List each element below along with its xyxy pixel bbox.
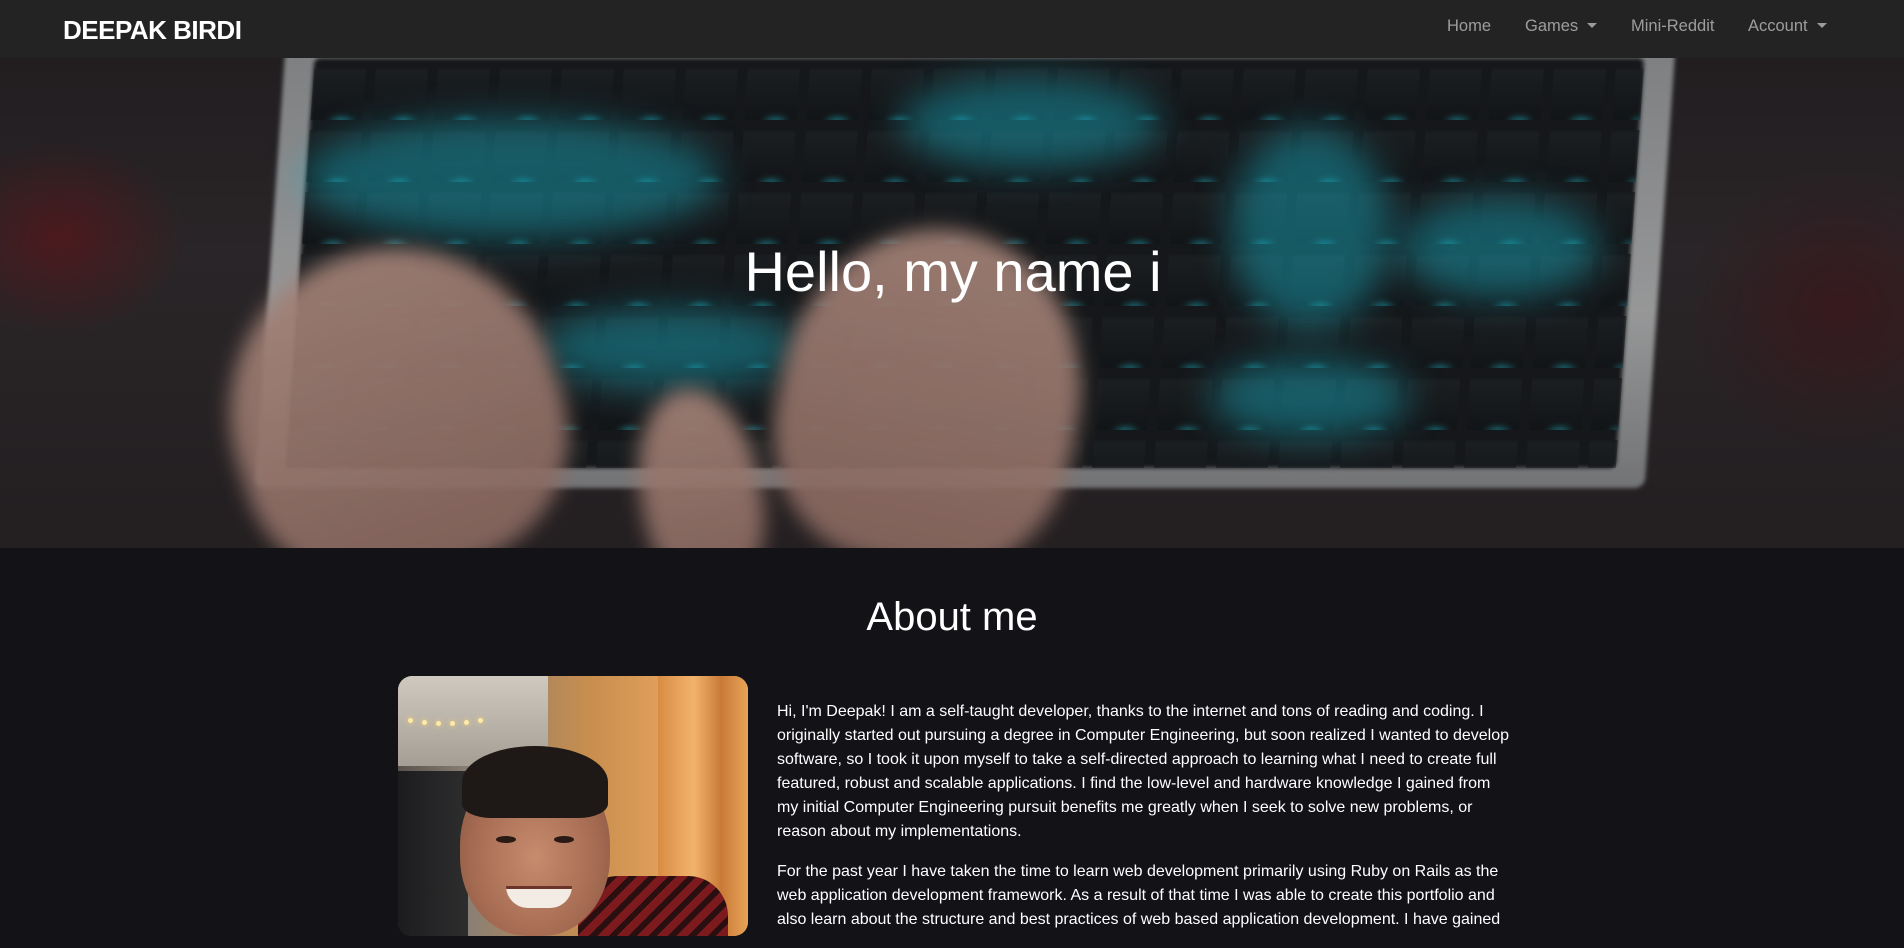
nav-home-link[interactable]: Home (1447, 18, 1491, 35)
caret-down-icon (1587, 23, 1598, 28)
caret-down-icon (1816, 23, 1827, 28)
about-paragraph: Hi, I'm Deepak! I am a self-taught devel… (777, 703, 1510, 840)
about-text: Hi, I'm Deepak! I am a self-taught devel… (777, 700, 1509, 948)
nav-games-dropdown[interactable]: Games (1525, 17, 1598, 35)
about-paragraph: For the past year I have taken the time … (777, 863, 1501, 928)
hero-typing-title: Hello, my name i (744, 240, 1162, 303)
nav-account-dropdown[interactable]: Account (1748, 18, 1827, 35)
nav-account-label: Account (1748, 17, 1808, 35)
about-heading: About me (866, 595, 1038, 639)
nav-home-label: Home (1447, 17, 1492, 35)
nav-mini-reddit-link[interactable]: Mini-Reddit (1631, 18, 1714, 35)
nav-games-label: Games (1525, 17, 1579, 35)
navbar: DEEPAK BIRDI Home Games Mini-Reddit Acco… (0, 0, 1904, 58)
brand-logo-link[interactable]: DEEPAK BIRDI (63, 17, 242, 43)
hero-banner: Hello, my name i (0, 58, 1904, 548)
nav-mini-reddit-label: Mini-Reddit (1631, 17, 1715, 35)
profile-photo (398, 676, 748, 936)
